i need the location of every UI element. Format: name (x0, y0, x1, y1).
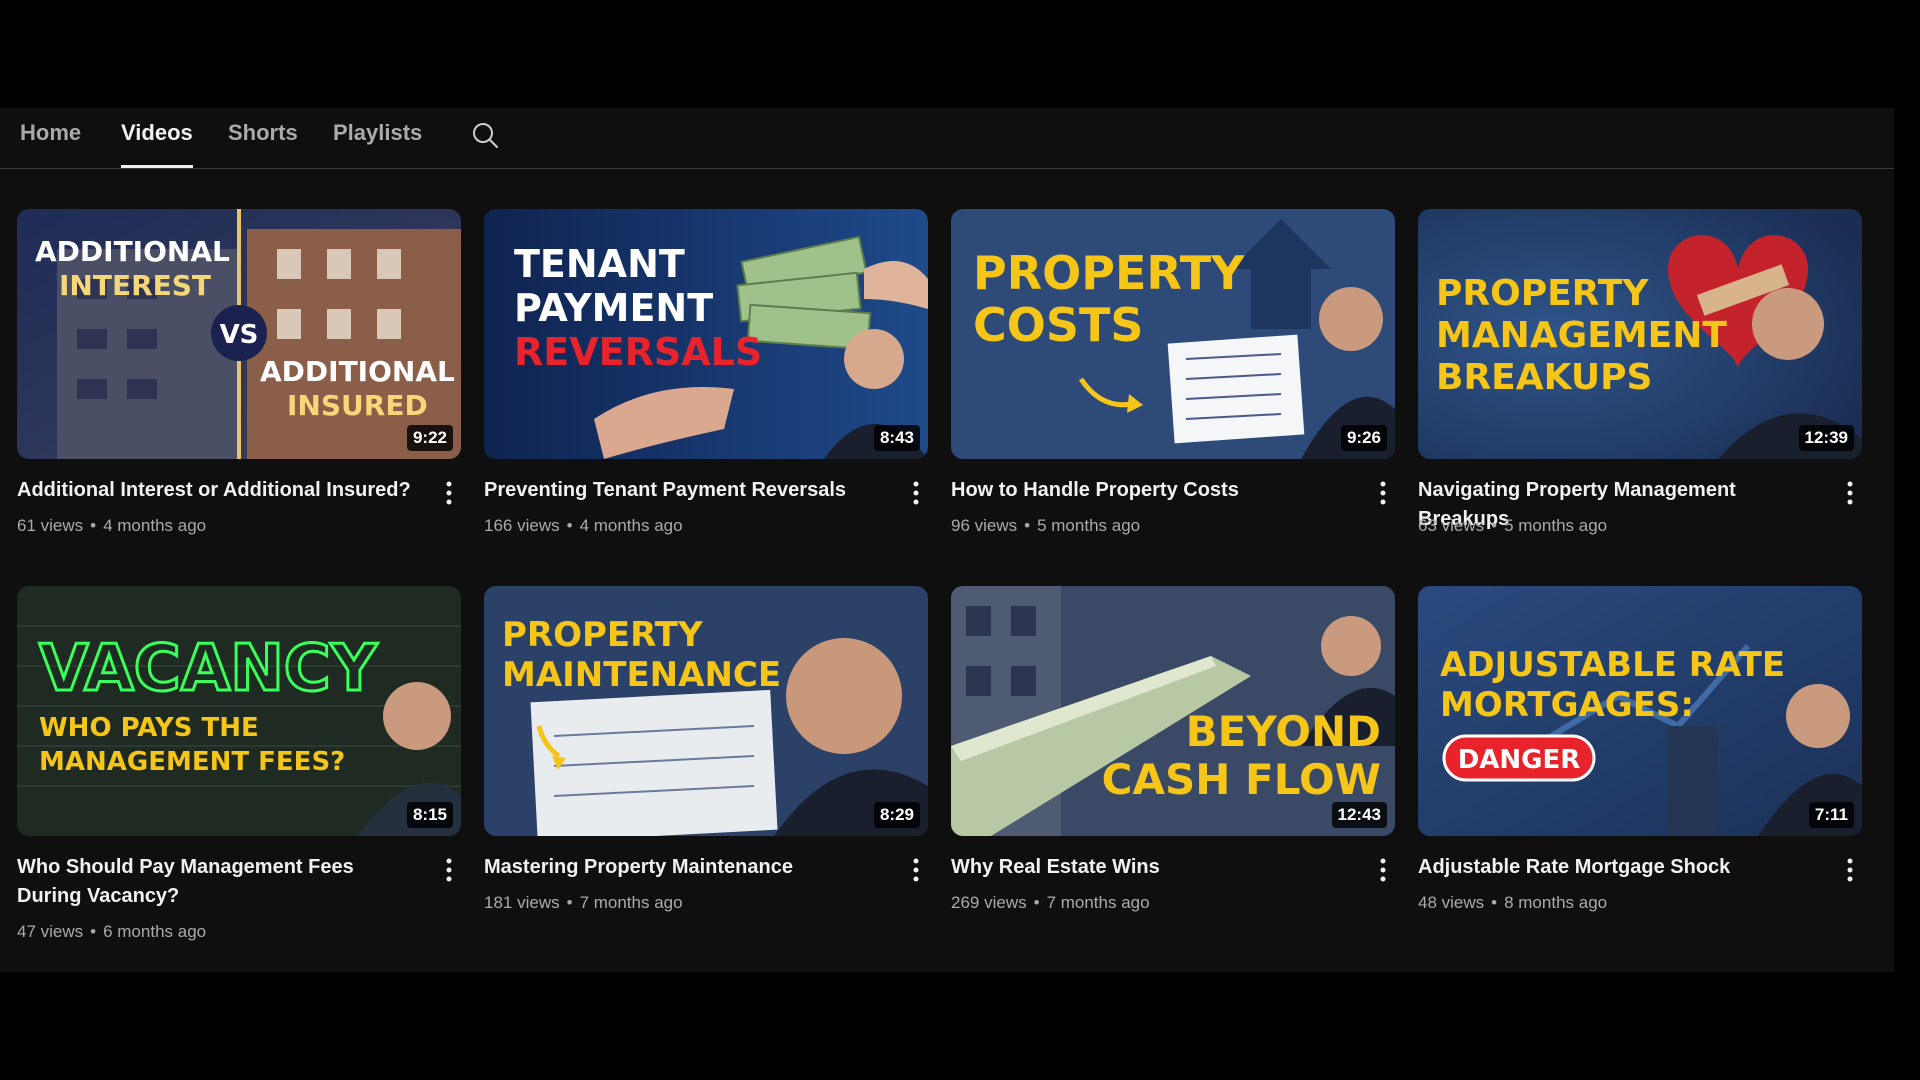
video-thumbnail[interactable]: VACANCY WHO PAYS THE MANAGEMENT FEES? 8:… (17, 586, 461, 836)
more-vert-icon[interactable] (437, 479, 461, 507)
thumb-text: TENANT (514, 242, 685, 286)
video-title[interactable]: Mastering Property Maintenance (484, 853, 884, 882)
thumb-text: MORTGAGES: (1440, 685, 1694, 725)
duration-badge: 12:39 (1798, 425, 1854, 451)
video-thumbnail[interactable]: TENANT PAYMENT REVERSALS 8:43 (484, 209, 928, 459)
thumb-text: INTEREST (59, 269, 211, 302)
upload-age: 5 months ago (1037, 516, 1141, 535)
duration-badge: 8:15 (406, 802, 453, 828)
tab-shorts[interactable]: Shorts (228, 108, 298, 168)
thumb-text: ADDITIONAL (260, 355, 455, 388)
thumb-text: PROPERTY (1436, 273, 1649, 314)
video-title[interactable]: Why Real Estate Wins (951, 853, 1351, 882)
video-meta: 61 views • 4 months ago (17, 516, 207, 535)
tab-videos[interactable]: Videos (121, 108, 193, 168)
more-vert-icon[interactable] (1838, 479, 1862, 507)
thumb-text: BREAKUPS (1436, 357, 1652, 398)
video-title[interactable]: Additional Interest or Additional Insure… (17, 476, 417, 505)
view-count: 269 views (951, 893, 1027, 912)
video-meta: 269 views • 7 months ago (951, 893, 1150, 912)
video-thumbnail[interactable]: PROPERTY MAINTENANCE 8:29 (484, 586, 928, 836)
thumb-text: VACANCY (39, 632, 378, 706)
video-thumbnail[interactable]: PROPERTY COSTS 9:26 (951, 209, 1395, 459)
video-meta: 47 views • 6 months ago (17, 922, 207, 941)
thumb-text: BEYOND (1186, 707, 1381, 756)
upload-age: 7 months ago (579, 893, 683, 912)
more-vert-icon[interactable] (1371, 856, 1395, 884)
duration-badge: 12:43 (1331, 802, 1387, 828)
video-title[interactable]: Who Should Pay Management Fees During Va… (17, 853, 417, 911)
thumb-text: MANAGEMENT FEES? (39, 747, 345, 777)
duration-badge: 7:11 (1808, 802, 1854, 828)
thumb-text: MANAGEMENT (1436, 315, 1727, 356)
video-thumbnail[interactable]: BEYOND CASH FLOW 12:43 (951, 586, 1395, 836)
video-meta: 96 views • 5 months ago (951, 516, 1141, 535)
view-count: 166 views (484, 516, 560, 535)
video-thumbnail[interactable]: ADJUSTABLE RATE MORTGAGES: DANGER 7:11 (1418, 586, 1862, 836)
tab-playlists[interactable]: Playlists (333, 108, 422, 168)
upload-age: 4 months ago (579, 516, 683, 535)
video-meta: 48 views • 8 months ago (1418, 893, 1608, 912)
more-vert-icon[interactable] (1838, 856, 1862, 884)
thumb-text: MAINTENANCE (502, 655, 781, 695)
video-meta: 166 views • 4 months ago (484, 516, 683, 535)
view-count: 48 views (1418, 893, 1485, 912)
view-count: 181 views (484, 893, 560, 912)
video-thumbnail[interactable]: VS ADDITIONAL INTEREST ADDITIONAL INSURE… (17, 209, 461, 459)
view-count: 61 views (17, 516, 84, 535)
search-icon[interactable] (470, 120, 500, 150)
more-vert-icon[interactable] (904, 479, 928, 507)
upload-age: 7 months ago (1046, 893, 1150, 912)
video-meta: 63 views • 5 months ago (1418, 516, 1608, 535)
video-thumbnail[interactable]: PROPERTY MANAGEMENT BREAKUPS 12:39 (1418, 209, 1862, 459)
thumb-text: PROPERTY (502, 615, 703, 655)
video-title[interactable]: Adjustable Rate Mortgage Shock (1418, 853, 1818, 882)
channel-page: Home Videos Shorts Playlists VS ADDITION… (0, 108, 1894, 972)
thumb-text: CASH FLOW (1102, 755, 1381, 804)
duration-badge: 8:29 (873, 802, 920, 828)
thumb-text: VS (220, 320, 259, 350)
video-meta: 181 views • 7 months ago (484, 893, 683, 912)
view-count: 96 views (951, 516, 1018, 535)
more-vert-icon[interactable] (904, 856, 928, 884)
thumb-text: REVERSALS (514, 330, 762, 374)
thumb-text: PAYMENT (514, 286, 713, 330)
duration-badge: 9:22 (406, 425, 453, 451)
more-vert-icon[interactable] (437, 856, 461, 884)
view-count: 47 views (17, 922, 84, 941)
upload-age: 6 months ago (103, 922, 207, 941)
upload-age: 4 months ago (103, 516, 207, 535)
thumb-text: INSURED (287, 389, 428, 422)
channel-tabs: Home Videos Shorts Playlists (0, 108, 1894, 169)
more-vert-icon[interactable] (1371, 479, 1395, 507)
thumb-text: WHO PAYS THE (39, 713, 259, 743)
thumb-text: ADJUSTABLE RATE (1440, 645, 1785, 685)
thumb-text: ADDITIONAL (35, 235, 230, 268)
thumb-text: COSTS (973, 298, 1144, 352)
thumb-text: PROPERTY (973, 246, 1245, 300)
tab-home[interactable]: Home (20, 108, 81, 168)
duration-badge: 8:43 (873, 425, 920, 451)
video-title[interactable]: How to Handle Property Costs (951, 476, 1351, 505)
video-title[interactable]: Preventing Tenant Payment Reversals (484, 476, 884, 505)
thumb-text: DANGER (1458, 745, 1581, 775)
view-count: 63 views (1418, 516, 1485, 535)
duration-badge: 9:26 (1340, 425, 1387, 451)
upload-age: 5 months ago (1504, 516, 1608, 535)
upload-age: 8 months ago (1504, 893, 1608, 912)
